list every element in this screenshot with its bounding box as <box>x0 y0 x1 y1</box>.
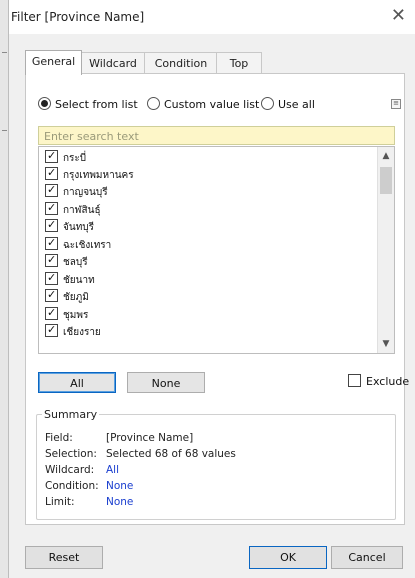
checkbox-icon[interactable] <box>348 374 361 387</box>
list-item[interactable]: กรุงเทพมหานคร <box>45 165 134 183</box>
scroll-down-icon[interactable]: ▼ <box>378 335 394 353</box>
close-icon[interactable]: ✕ <box>391 6 406 26</box>
list-item-label: กระบี่ <box>63 153 87 164</box>
list-scrollbar[interactable]: ▲ ▼ <box>377 147 394 353</box>
list-item-label: ชัยนาท <box>63 275 95 286</box>
checkbox-icon[interactable] <box>45 252 58 268</box>
tab-general[interactable]: General <box>25 50 82 75</box>
summary-key: Condition: <box>45 480 99 492</box>
list-item[interactable]: กาญจนบุรี <box>45 182 108 200</box>
checkbox-icon[interactable] <box>45 165 58 181</box>
tab-condition[interactable]: Condition <box>144 52 218 74</box>
ok-button[interactable]: OK <box>249 546 327 569</box>
radio-unselected-icon <box>261 97 274 110</box>
summary-key: Field: <box>45 432 73 444</box>
summary-link-wildcard[interactable]: All <box>106 463 119 478</box>
list-item[interactable]: ชุมพร <box>45 305 89 323</box>
list-item-label: เชียงราย <box>63 327 101 338</box>
summary-value: [Province Name] <box>106 432 194 444</box>
summary-key: Wildcard: <box>45 464 95 476</box>
list-item-label: ชลบุรี <box>63 257 88 268</box>
radio-selected-icon <box>38 97 51 110</box>
checkbox-icon[interactable] <box>45 200 58 216</box>
radio-label: Select from list <box>55 98 138 111</box>
list-item-label: ชุมพร <box>63 310 89 321</box>
checkbox-icon[interactable] <box>45 217 58 233</box>
summary-legend: Summary <box>42 408 100 421</box>
reset-button[interactable]: Reset <box>25 546 103 569</box>
summary-key: Selection: <box>45 448 97 460</box>
summary-key: Limit: <box>45 496 75 508</box>
radio-use-all[interactable]: Use all <box>261 97 315 113</box>
checkbox-icon[interactable] <box>45 287 58 303</box>
list-item-label: กาฬสินธุ์ <box>63 205 101 216</box>
list-item[interactable]: ชัยภูมิ <box>45 287 89 305</box>
list-item[interactable]: กระบี่ <box>45 148 87 166</box>
cancel-button[interactable]: Cancel <box>331 546 403 569</box>
checkbox-icon[interactable] <box>45 270 58 286</box>
general-tab-panel: Select from list Custom value list Use a… <box>25 73 409 525</box>
list-item-label: ชัยภูมิ <box>63 292 89 303</box>
checkbox-icon[interactable] <box>45 148 58 164</box>
summary-link-limit[interactable]: None <box>106 495 133 510</box>
scroll-thumb[interactable] <box>380 167 392 194</box>
list-item-label: ฉะเชิงเทรา <box>63 240 112 251</box>
edge-tick <box>2 130 7 131</box>
list-item[interactable]: ฉะเชิงเทรา <box>45 235 112 253</box>
exclude-label: Exclude <box>366 375 410 388</box>
radio-label: Custom value list <box>164 98 260 111</box>
radio-label: Use all <box>278 98 315 111</box>
search-input[interactable]: Enter search text <box>38 126 395 145</box>
tab-wildcard[interactable]: Wildcard <box>80 52 146 74</box>
tab-top[interactable]: Top <box>216 52 262 74</box>
radio-custom-value-list[interactable]: Custom value list <box>147 97 259 113</box>
summary-value: Selected 68 of 68 values <box>106 448 236 460</box>
checkbox-icon[interactable] <box>45 322 58 338</box>
list-item-label: กาญจนบุรี <box>63 187 108 198</box>
title-bar: Filter [Province Name] ✕ <box>9 0 415 34</box>
checkbox-icon[interactable] <box>45 235 58 251</box>
list-item[interactable]: กาฬสินธุ์ <box>45 200 101 218</box>
value-list[interactable]: กระบี่ กรุงเทพมหานคร กาญจนบุรี กาฬสินธุ์… <box>38 146 395 354</box>
summary-group: Summary Field: [Province Name] Selection… <box>36 408 396 520</box>
list-item[interactable]: เชียงราย <box>45 322 101 340</box>
exclude-checkbox[interactable]: Exclude <box>348 374 409 390</box>
list-item-label: จันทบุรี <box>63 222 95 233</box>
list-item[interactable]: จันทบุรี <box>45 217 95 235</box>
radio-unselected-icon <box>147 97 160 110</box>
list-item[interactable]: ชัยนาท <box>45 270 95 288</box>
summary-link-condition[interactable]: None <box>106 479 133 494</box>
radio-select-from-list[interactable]: Select from list <box>38 97 138 113</box>
list-menu-icon[interactable]: ≡ <box>391 99 401 109</box>
checkbox-icon[interactable] <box>45 182 58 198</box>
none-button[interactable]: None <box>127 372 205 393</box>
scroll-up-icon[interactable]: ▲ <box>378 147 394 165</box>
all-button[interactable]: All <box>38 372 116 393</box>
list-item[interactable]: ชลบุรี <box>45 252 88 270</box>
edge-tick <box>2 52 7 53</box>
dialog-title: Filter [Province Name] <box>11 10 145 24</box>
filter-dialog: Filter [Province Name] ✕ General Wildcar… <box>8 0 415 578</box>
list-item-label: กรุงเทพมหานคร <box>63 170 134 181</box>
checkbox-icon[interactable] <box>45 305 58 321</box>
